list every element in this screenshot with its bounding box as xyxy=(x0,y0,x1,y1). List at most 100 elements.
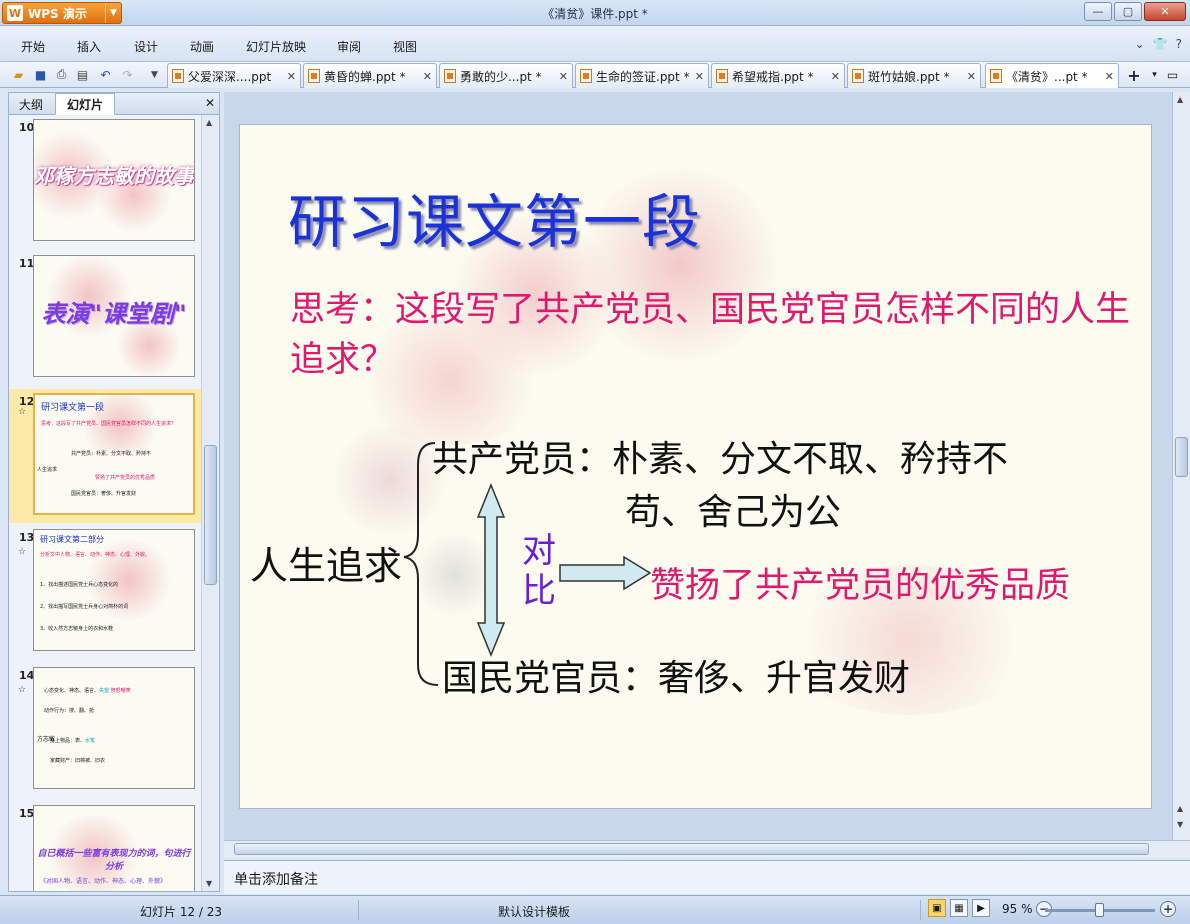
branch-top: 共产党员：朴素、分文不取、矜持不 xyxy=(432,439,1009,480)
close-tab-icon[interactable]: ✕ xyxy=(1105,70,1114,83)
menu-review[interactable]: 审阅 xyxy=(337,38,361,55)
notes-placeholder[interactable]: 单击添加备注 xyxy=(234,869,318,889)
slide-thumbnail-11[interactable]: 11 表演"课堂剧" xyxy=(9,255,201,385)
menu-slideshow[interactable]: 幻灯片放映 xyxy=(246,38,306,55)
tab-outline[interactable]: 大纲 xyxy=(11,93,51,115)
animation-star-icon: ☆ xyxy=(18,685,27,695)
slide-thumbnail-list: 10 邓稼方志敏的故事 11 表演"课堂剧" 12 ☆ 研习课文第一段 思考：这 xyxy=(9,115,201,891)
conclusion-text: 赞扬了共产党员的优秀品质 xyxy=(650,566,1071,606)
ppt-file-icon xyxy=(580,69,592,83)
slide-sorter-icon[interactable]: ▦ xyxy=(950,899,968,917)
panel-tabs: 大纲 幻灯片 ✕ xyxy=(9,93,219,115)
thumb-text: 家藏财产：旧棉被、旧衣 xyxy=(50,758,106,764)
slide-thumbnail-14[interactable]: 14 ☆ 心态变化、神态、语言、失望 愤怒嘲笑 动作行为：搜、翻、抢 方志敏 身… xyxy=(9,667,201,797)
normal-view-icon[interactable]: ▣ xyxy=(928,899,946,917)
new-tab-icon[interactable]: + xyxy=(1124,65,1144,85)
design-template[interactable]: 默认设计模板 xyxy=(498,903,570,920)
scroll-thumb[interactable] xyxy=(234,843,1149,855)
doc-tab-label: 斑竹姑娘.ppt * xyxy=(868,69,950,84)
slide-thumbnail-13[interactable]: 13 ☆ 研习课文第二部分 分析文中人物、语言、动作、神态、心理、外貌。 1、找… xyxy=(9,529,201,659)
scroll-up-icon[interactable]: ▲ xyxy=(206,118,212,127)
ppt-file-icon xyxy=(716,69,728,83)
doc-tab-3[interactable]: 勇敢的少...pt * ✕ xyxy=(439,63,573,88)
redo-icon[interactable]: ↷ xyxy=(119,66,136,83)
slide-preview: 心态变化、神态、语言、失望 愤怒嘲笑 动作行为：搜、翻、抢 方志敏 身上物品：表… xyxy=(33,667,195,789)
ppt-file-icon xyxy=(990,69,1002,83)
menu-home[interactable]: 开始 xyxy=(21,38,45,55)
diagram-root: 人生追求 xyxy=(250,544,403,588)
preview-icon[interactable]: ▤ xyxy=(74,66,91,83)
close-tab-icon[interactable]: ✕ xyxy=(287,70,296,83)
doc-tab-4[interactable]: 生命的签证.ppt * ✕ xyxy=(575,63,709,88)
thumb-title: 自已概括一些富有表现力的词，句进行分析 xyxy=(37,849,191,872)
doc-tab-label: 《清贫》...pt * xyxy=(1006,69,1088,84)
ppt-file-icon xyxy=(308,69,320,83)
slide-canvas[interactable]: 研习课文第一段 思考：这段写了共产党员、国民党官员怎样不同的人生追求？ 人生追求… xyxy=(239,124,1152,809)
editor-vertical-scrollbar[interactable]: ▲ ▲ ▼ xyxy=(1172,92,1190,840)
thumb-text: 动作行为：搜、翻、抢 xyxy=(44,708,95,714)
save-icon[interactable]: ■ xyxy=(32,66,49,83)
scroll-down-icon[interactable]: ▼ xyxy=(206,879,212,888)
notes-pane[interactable]: 单击添加备注 xyxy=(224,860,1190,894)
ribbon-collapse-icon[interactable]: ⌄ xyxy=(1135,37,1145,51)
doc-tab-label: 希望戒指.ppt * xyxy=(732,69,814,84)
print-icon[interactable]: ⎙ xyxy=(53,66,70,83)
slide-preview: 自已概括一些富有表现力的词，句进行分析 《对国人物、语言、动作、神态、心理、外貌… xyxy=(33,805,195,891)
close-tab-icon[interactable]: ✕ xyxy=(559,70,568,83)
slide-thumbnail-10[interactable]: 10 邓稼方志敏的故事 xyxy=(9,119,201,249)
doc-tab-6[interactable]: 斑竹姑娘.ppt * ✕ xyxy=(847,63,981,88)
close-panel-icon[interactable]: ✕ xyxy=(205,96,215,110)
close-tab-icon[interactable]: ✕ xyxy=(831,70,840,83)
close-button[interactable]: ✕ xyxy=(1144,2,1186,21)
minimize-button[interactable]: — xyxy=(1084,2,1112,21)
zoom-slider-knob[interactable] xyxy=(1095,903,1104,917)
doc-tab-7-active[interactable]: 《清贫》...pt * ✕ xyxy=(985,63,1119,88)
doc-tab-2[interactable]: 黄昏的蝉.ppt * ✕ xyxy=(303,63,437,88)
toolbar-dropdown-icon[interactable]: ▼ xyxy=(146,66,163,83)
scroll-thumb[interactable] xyxy=(204,445,217,585)
ppt-file-icon xyxy=(444,69,456,83)
thumb-text: 2、找出描写国民党士兵身心对简朴的词 xyxy=(40,604,129,610)
maximize-button[interactable]: ▢ xyxy=(1114,2,1142,21)
doc-tab-label: 父爱深深....ppt xyxy=(188,69,272,84)
menu-insert[interactable]: 插入 xyxy=(77,38,101,55)
shirt-icon[interactable]: 👕 xyxy=(1153,37,1168,51)
menu-animation[interactable]: 动画 xyxy=(190,38,214,55)
scroll-up-icon[interactable]: ▲ xyxy=(1177,95,1183,104)
slide-question: 思考：这段写了共产党员、国民党官员怎样不同的人生追求？ xyxy=(290,290,1131,380)
close-tab-icon[interactable]: ✕ xyxy=(695,70,704,83)
close-tab-icon[interactable]: ✕ xyxy=(423,70,432,83)
status-bar: 幻灯片 12 / 23 默认设计模板 ▣ ▦ ▶ 95 % − + xyxy=(0,895,1190,924)
slide-preview: 邓稼方志敏的故事 xyxy=(33,119,195,241)
undo-icon[interactable]: ↶ xyxy=(97,66,114,83)
thumb-text: 国民党官员：奢侈、升官发财 xyxy=(71,491,137,497)
tab-list-dropdown-icon[interactable]: ▾ xyxy=(1146,66,1163,83)
window-layout-icon[interactable]: ▭ xyxy=(1164,66,1181,83)
menu-design[interactable]: 设计 xyxy=(134,38,158,55)
help-icon[interactable]: ? xyxy=(1176,37,1182,51)
thumb-text: 赞扬了共产党员的优秀品质 xyxy=(95,475,156,481)
ppt-file-icon xyxy=(852,69,864,83)
menu-view[interactable]: 视图 xyxy=(393,38,417,55)
thumb-text: 3、收入然方志敏身上的衣和水鞋 xyxy=(40,626,114,632)
zoom-in-icon[interactable]: + xyxy=(1160,901,1176,917)
slide-counter: 幻灯片 12 / 23 xyxy=(140,905,223,919)
thumb-text: 《对国人物、语言、动作、神态、心理、外貌》 xyxy=(40,878,167,885)
scroll-thumb[interactable] xyxy=(1175,437,1188,477)
editor-horizontal-scrollbar[interactable] xyxy=(224,840,1190,858)
animation-star-icon: ☆ xyxy=(18,407,27,417)
next-slide-icon[interactable]: ▼ xyxy=(1177,820,1183,829)
animation-star-icon: ☆ xyxy=(18,547,27,557)
doc-tab-5[interactable]: 希望戒指.ppt * ✕ xyxy=(711,63,845,88)
slide-thumbnail-15[interactable]: 15 自已概括一些富有表现力的词，句进行分析 《对国人物、语言、动作、神态、心理… xyxy=(9,805,201,891)
prev-slide-icon[interactable]: ▲ xyxy=(1177,804,1183,813)
doc-tab-1[interactable]: 父爱深深....ppt ✕ xyxy=(167,63,301,88)
open-icon[interactable]: ▰ xyxy=(10,66,27,83)
thumbnail-scrollbar[interactable]: ▲ ▼ xyxy=(201,115,219,891)
tab-slides[interactable]: 幻灯片 xyxy=(55,93,115,115)
doc-tab-label: 勇敢的少...pt * xyxy=(460,69,542,84)
slideshow-icon[interactable]: ▶ xyxy=(972,899,990,917)
close-tab-icon[interactable]: ✕ xyxy=(967,70,976,83)
thumb-text: 心态变化、神态、语言、失望 愤怒嘲笑 xyxy=(44,688,131,694)
slide-thumbnail-12[interactable]: 12 ☆ 研习课文第一段 思考：这段写了共产党员、国民党官员怎样不同的人生追求？… xyxy=(9,389,201,523)
